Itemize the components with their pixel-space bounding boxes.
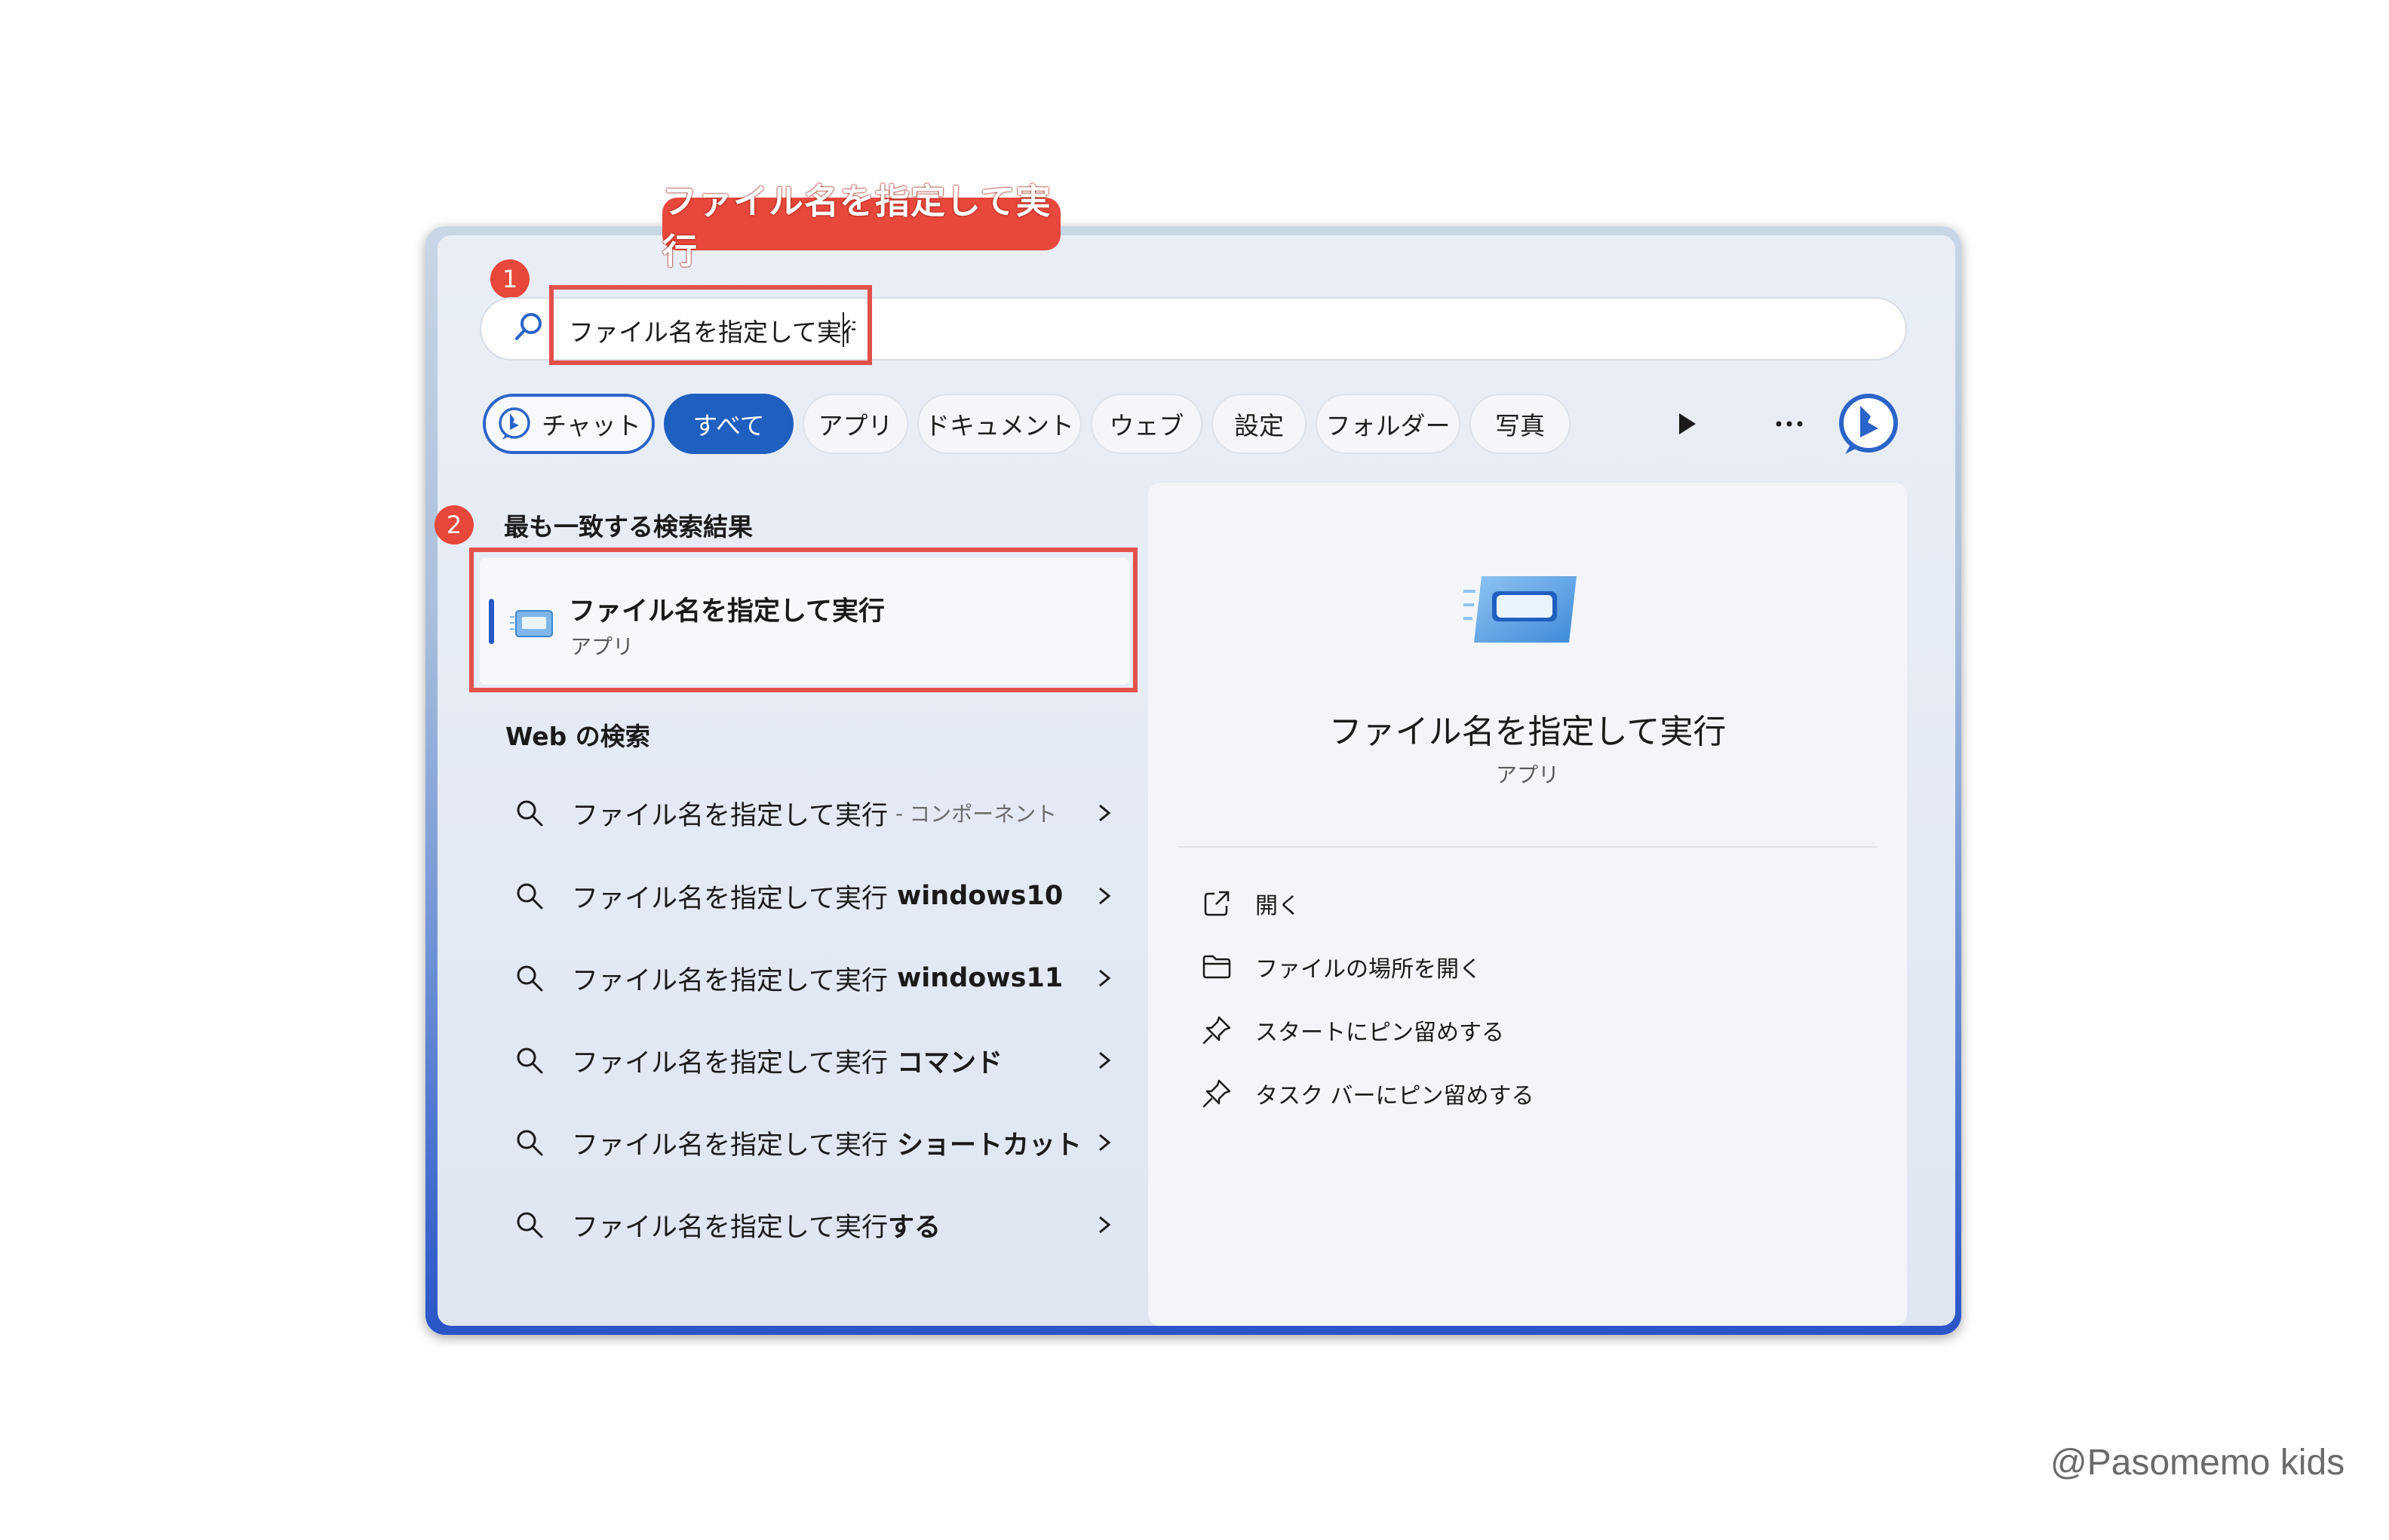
folder-icon [1202, 955, 1231, 979]
filter-chip-web[interactable]: ウェブ [1091, 394, 1202, 454]
more-options-icon[interactable] [1773, 407, 1806, 440]
web-suggestion-row[interactable]: ファイル名を指定して実行 - コンポーネント [513, 790, 1116, 836]
suggestion-query: ファイル名を指定して実行 [572, 800, 888, 831]
action-open-label: 開く [1255, 893, 1300, 919]
chevron-right-icon [1099, 1216, 1111, 1234]
suggestion-suffix: コマンド [896, 1048, 1003, 1078]
filter-chip-settings-label: 設定 [1234, 411, 1284, 440]
action-pin-to-start-label: スタートにピン留めする [1255, 1020, 1504, 1046]
search-icon [517, 965, 543, 992]
web-suggestion-row[interactable]: ファイル名を指定して実行 ショートカット [513, 1120, 1116, 1165]
filter-chip-apps[interactable]: アプリ [803, 394, 908, 454]
suggestion-query: ファイル名を指定して実行 [572, 965, 888, 996]
search-icon [517, 883, 543, 910]
filter-chip-settings[interactable]: 設定 [1211, 394, 1307, 454]
filter-chip-documents[interactable]: ドキュメント [917, 394, 1082, 454]
web-suggestion-row[interactable]: ファイル名を指定して実行 windows11 [513, 956, 1116, 1001]
detail-subtitle: アプリ [1495, 762, 1559, 787]
search-icon [517, 1130, 543, 1156]
filter-chip-web-label: ウェブ [1109, 411, 1184, 440]
title-callout: ファイル名を指定して実行 [662, 181, 1061, 271]
search-icon [517, 800, 543, 827]
suggestion-suffix: コンポーネント [909, 802, 1058, 827]
pin-icon [1202, 1079, 1231, 1108]
bing-icon[interactable] [1835, 391, 1902, 459]
chevron-right-icon [1099, 1051, 1111, 1069]
search-icon [517, 1048, 543, 1074]
suggestion-suffix: windows10 [896, 881, 1064, 911]
step-2-badge: 2 [435, 505, 474, 545]
watermark: @Pasomemo kids [2050, 1443, 2345, 1483]
pin-icon [1202, 1016, 1231, 1045]
suggestion-suffix: ショートカット [896, 1130, 1082, 1161]
chevron-right-icon [1099, 1134, 1111, 1152]
web-suggestion-row[interactable]: ファイル名を指定して実行 コマンド [513, 1038, 1116, 1083]
filter-chip-documents-label: ドキュメント [925, 411, 1074, 440]
action-open[interactable]: 開く [1201, 881, 1300, 926]
web-suggestion-row[interactable]: ファイル名を指定して実行 windows10 [513, 873, 1116, 919]
suggestion-suffix: する [887, 1212, 941, 1243]
suggestion-query: ファイル名を指定して実行 [572, 1130, 888, 1161]
search-icon [515, 313, 542, 340]
best-match-highlight [469, 548, 1138, 692]
run-dialog-large-icon [1463, 576, 1577, 643]
web-suggestion-row[interactable]: ファイル名を指定して実行 する [513, 1202, 1116, 1247]
search-icon [517, 1212, 543, 1238]
filter-chip-chat[interactable]: チャット [483, 394, 655, 454]
filter-chip-apps-label: アプリ [818, 411, 893, 440]
web-search-heading: Web の検索 [505, 722, 650, 751]
suggestion-query: ファイル名を指定して実行 [572, 1212, 888, 1243]
filter-chip-photos[interactable]: 写真 [1469, 394, 1571, 454]
best-match-heading: 最も一致する検索結果 [504, 512, 753, 541]
suggestion-suffix: windows11 [896, 963, 1064, 993]
suggestion-separator: - [895, 800, 904, 826]
filter-chip-photos-label: 写真 [1495, 411, 1545, 440]
filter-chip-all-label: すべて [692, 411, 765, 440]
play-more-icon[interactable] [1670, 407, 1703, 440]
step-1-badge: 1 [490, 259, 530, 299]
open-external-icon [1204, 891, 1230, 916]
filter-chip-folders-label: フォルダー [1325, 411, 1451, 440]
chevron-right-icon [1099, 804, 1111, 822]
detail-title: ファイル名を指定して実行 [1328, 713, 1727, 751]
action-open-file-location-label: ファイルの場所を開く [1255, 956, 1482, 983]
search-input-highlight [549, 285, 872, 365]
action-open-file-location[interactable]: ファイルの場所を開く [1201, 944, 1482, 989]
filter-chip-folders[interactable]: フォルダー [1316, 394, 1460, 454]
suggestion-query: ファイル名を指定して実行 [572, 1048, 888, 1078]
action-pin-to-start[interactable]: スタートにピン留めする [1201, 1008, 1504, 1053]
bing-chat-icon [499, 407, 530, 440]
chevron-right-icon [1099, 969, 1111, 987]
action-pin-to-taskbar[interactable]: タスク バーにピン留めする [1201, 1071, 1534, 1116]
chevron-right-icon [1099, 887, 1111, 905]
detail-divider [1178, 846, 1877, 848]
suggestion-query: ファイル名を指定して実行 [572, 883, 888, 914]
action-pin-to-taskbar-label: タスク バーにピン留めする [1255, 1083, 1534, 1109]
filter-chip-all[interactable]: すべて [664, 394, 794, 454]
filter-chip-chat-label: チャット [542, 411, 641, 440]
